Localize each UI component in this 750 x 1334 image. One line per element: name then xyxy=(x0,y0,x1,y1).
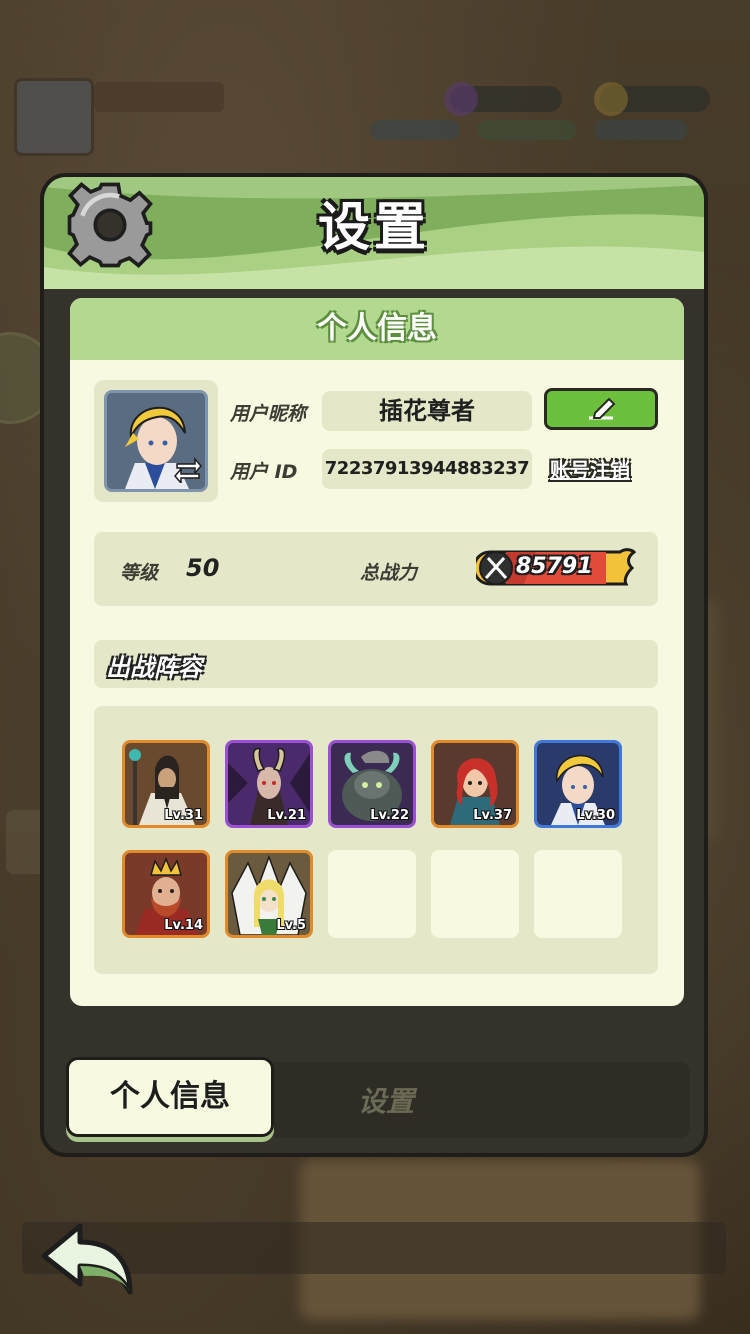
tab-settings[interactable]: 设置 xyxy=(274,1062,690,1138)
hero-slot-5[interactable]: Lv.30 xyxy=(534,740,622,828)
empty-hero-slot[interactable] xyxy=(534,850,622,938)
profile-panel: 个人信息 用户昵称 插花尊者 xyxy=(70,298,684,1006)
hero-slot-2[interactable]: Lv.21 xyxy=(225,740,313,828)
level-label: 等级 xyxy=(120,562,159,584)
nickname-label: 用户昵称 xyxy=(230,403,307,425)
stats-bar: 等级 50 总战力 85791 xyxy=(94,532,658,606)
hero-level: Lv.37 xyxy=(473,808,512,823)
team-title: 出战阵容 xyxy=(106,654,202,682)
hero-slot-1[interactable]: Lv.31 xyxy=(122,740,210,828)
hero-level: Lv.5 xyxy=(276,918,306,933)
avatar-frame[interactable] xyxy=(94,380,218,502)
swap-arrows-icon xyxy=(174,456,202,483)
edit-nickname-button[interactable] xyxy=(544,388,658,430)
hero-slot-6[interactable]: Lv.14 xyxy=(122,850,210,938)
level-value: 50 xyxy=(186,554,220,582)
hero-level: Lv.22 xyxy=(370,808,409,823)
hero-slot-7[interactable]: Lv.5 xyxy=(225,850,313,938)
back-arrow-icon[interactable] xyxy=(40,1222,136,1296)
nickname-value: 插花尊者 xyxy=(322,391,532,431)
hero-slot-4[interactable]: Lv.37 xyxy=(431,740,519,828)
power-value: 85791 xyxy=(516,554,593,579)
hero-level: Lv.14 xyxy=(164,918,203,933)
empty-hero-slot[interactable] xyxy=(328,850,416,938)
hero-level: Lv.30 xyxy=(576,808,615,823)
panel-title: 个人信息 xyxy=(70,298,684,360)
hero-slot-3[interactable]: Lv.22 xyxy=(328,740,416,828)
gear-icon xyxy=(67,182,153,268)
avatar[interactable] xyxy=(104,390,208,492)
hero-level: Lv.31 xyxy=(164,808,203,823)
power-label: 总战力 xyxy=(360,562,418,584)
user-id-value: 7223791394488323​7 xyxy=(322,449,532,489)
settings-dialog: 设置 个人信息 用户昵称 插花尊者 用户 ID 7223791394488323… xyxy=(40,173,708,1157)
cancel-account-link[interactable]: 账号注销 xyxy=(550,454,630,483)
hero-level: Lv.21 xyxy=(267,808,306,823)
empty-hero-slot[interactable] xyxy=(431,850,519,938)
user-id-label: 用户 ID xyxy=(230,461,298,483)
tab-settings-label: 设置 xyxy=(358,1085,415,1118)
team-header: 出战阵容 xyxy=(94,640,658,688)
team-grid: Lv.31 Lv.21 Lv.22 Lv.37 Lv.30 Lv.14 Lv.5 xyxy=(94,706,658,974)
tab-profile[interactable]: 个人信息 xyxy=(66,1057,274,1137)
pencil-icon xyxy=(589,397,616,420)
